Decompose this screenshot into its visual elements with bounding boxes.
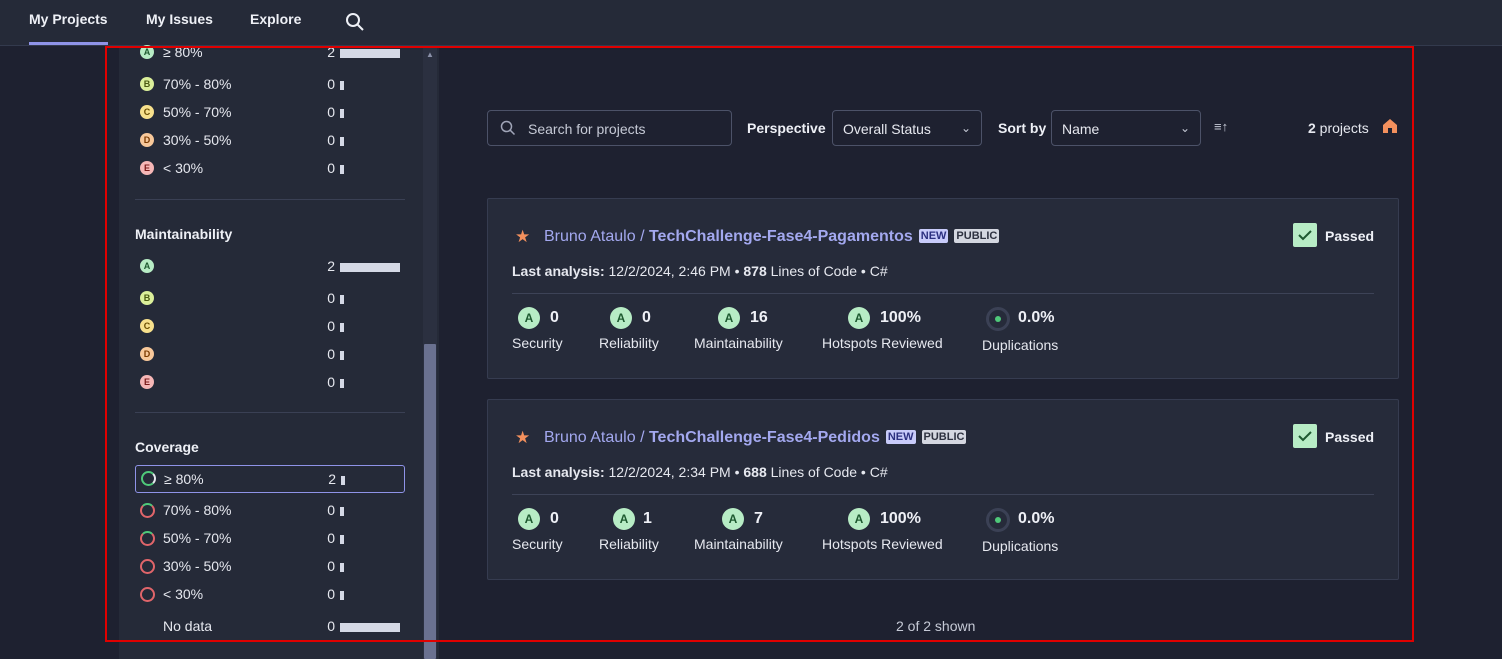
highlight-frame <box>105 46 1414 642</box>
nav-my-projects[interactable]: My Projects <box>29 11 108 45</box>
search-icon[interactable] <box>345 12 365 32</box>
nav-explore[interactable]: Explore <box>250 11 301 27</box>
nav-my-issues[interactable]: My Issues <box>146 11 213 27</box>
top-navigation: My Projects My Issues Explore <box>0 0 1502 46</box>
